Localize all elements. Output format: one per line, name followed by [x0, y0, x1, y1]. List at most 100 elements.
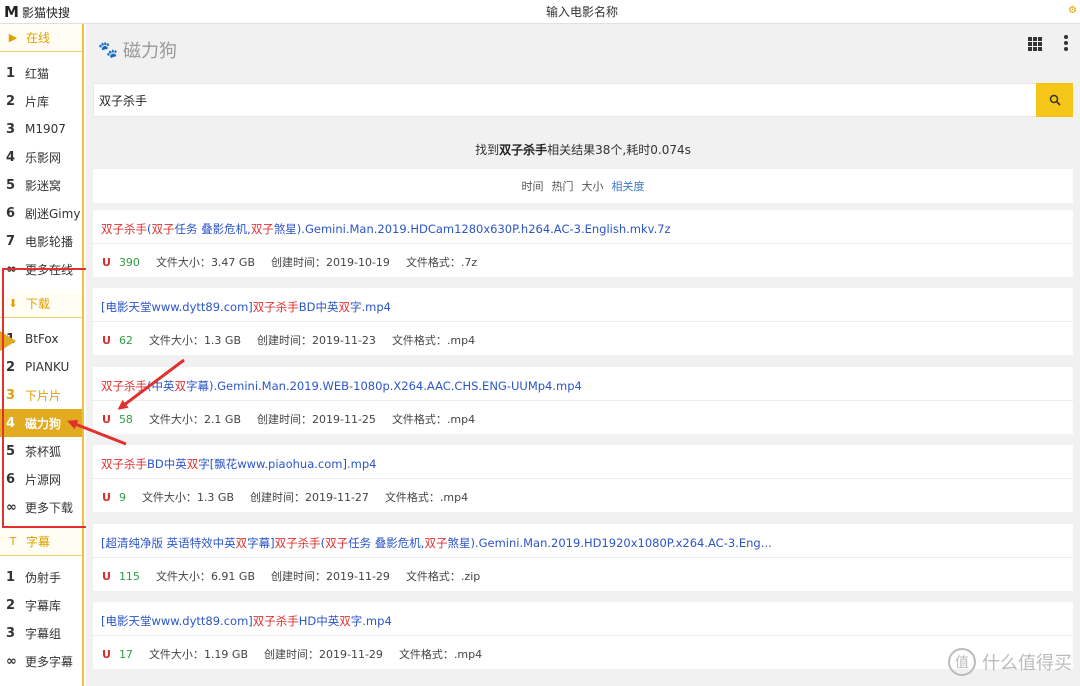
sort-relevance[interactable]: 相关度	[612, 178, 645, 194]
format-value: .mp4	[439, 491, 469, 504]
result-title-link[interactable]: 双子杀手(双子任务 叠影危机,双子煞星).Gemini.Man.2019.HDC…	[101, 221, 1061, 237]
title-segment: BD中英	[298, 300, 339, 314]
title-segment: [电影天堂www.dytt89.com]	[101, 300, 253, 314]
created-time: 创建时间：2019-11-27	[250, 489, 369, 505]
more-menu-icon[interactable]	[1064, 35, 1068, 51]
file-size: 文件大小：1.19 GB	[149, 646, 248, 662]
divider	[93, 400, 1073, 401]
created-time: 创建时间：2019-11-29	[264, 646, 383, 662]
item-number: 3	[6, 625, 16, 641]
search-input[interactable]	[94, 84, 1038, 116]
file-size: 文件大小：2.1 GB	[149, 411, 241, 427]
sidebar-item-subtitle-more[interactable]: ∞ 更多字幕	[0, 647, 82, 675]
created-value: 2019-11-23	[312, 334, 376, 347]
title-segment: BD中英	[147, 457, 187, 471]
item-number: 2	[6, 93, 16, 109]
result-title-link[interactable]: 双子杀手BD中英双字[飘花www.piaohua.com].mp4	[101, 456, 1061, 472]
result-card: [电影天堂www.dytt89.com]双子杀手HD中英双字.mp4 U 17 文件大…	[93, 602, 1073, 669]
magnet-icon[interactable]: U	[102, 570, 111, 583]
sort-popular[interactable]: 热门	[552, 178, 574, 194]
title-segment: 双子	[424, 536, 448, 550]
section-online-header[interactable]: ▶ 在线	[0, 24, 82, 52]
result-card: 双子杀手(中英双字幕).Gemini.Man.2019.WEB-1080p.X2…	[93, 367, 1073, 434]
main-panel: 🐾 磁力狗 找到双子杀手相关结果38个,耗时0.074s 时间 热门 大小 相关…	[86, 24, 1080, 686]
sidebar-item-download-5[interactable]: 5 茶杯狐	[0, 437, 82, 465]
section-title: 字幕	[26, 535, 51, 549]
sidebar-item-online-6[interactable]: 6 剧迷Gimy	[0, 199, 82, 227]
file-format: 文件格式：.mp4	[392, 411, 475, 427]
sidebar-item-download-2[interactable]: 2 PIANKU	[0, 353, 82, 381]
sidebar-item-online-3[interactable]: 3 M1907	[0, 115, 82, 143]
item-number: 4	[6, 149, 16, 165]
title-segment: 煞星).Gemini.Man.2019.HDCam1280x630P.h264.…	[273, 222, 671, 236]
created-time: 创建时间：2019-11-29	[271, 568, 390, 584]
format-label: 文件格式：	[384, 491, 440, 504]
magnet-icon[interactable]: U	[102, 413, 111, 426]
title-segment: 煞星).Gemini.Man.2019.HD1920x1080P.x264.AC…	[447, 536, 772, 550]
result-summary: 找到双子杀手相关结果38个,耗时0.074s	[86, 141, 1080, 158]
sidebar-item-download-3[interactable]: 3 下片片	[0, 381, 82, 409]
section-subtitle-header[interactable]: T 字幕	[0, 528, 82, 556]
sort-bar: 时间 热门 大小 相关度	[93, 169, 1073, 203]
magnet-icon[interactable]: U	[102, 256, 111, 269]
title-segment: 双子	[250, 222, 274, 236]
result-title-link[interactable]: [电影天堂www.dytt89.com]双子杀手HD中英双字.mp4	[101, 613, 1061, 629]
sidebar-item-online-more[interactable]: ∞ 更多在线	[0, 255, 82, 283]
settings-icon[interactable]: ⚙	[1068, 5, 1078, 17]
seed-count: 17	[118, 647, 133, 661]
sidebar-item-label: 伪射手	[25, 570, 62, 585]
divider	[93, 635, 1073, 636]
sidebar-item-label: 更多下载	[25, 500, 74, 515]
sort-time[interactable]: 时间	[522, 178, 544, 194]
sidebar-item-subtitle-2[interactable]: 2 字幕库	[0, 591, 82, 619]
item-number: 7	[6, 233, 16, 249]
sidebar-item-label: 红猫	[25, 66, 50, 81]
magnet-icon[interactable]: U	[102, 491, 111, 504]
size-label: 文件大小：	[148, 334, 204, 347]
sidebar-item-online-1[interactable]: 1 红猫	[0, 59, 82, 87]
title-segment: 双	[174, 379, 187, 393]
sidebar-item-online-2[interactable]: 2 片库	[0, 87, 82, 115]
result-title-link[interactable]: [电影天堂www.dytt89.com]双子杀手BD中英双字.mp4	[101, 299, 1061, 315]
sidebar-item-download-more[interactable]: ∞ 更多下载	[0, 493, 82, 521]
file-size: 文件大小：3.47 GB	[156, 254, 255, 270]
item-number: 4	[6, 415, 16, 431]
sidebar-item-download-6[interactable]: 6 片源网	[0, 465, 82, 493]
size-value: 6.91 GB	[210, 570, 255, 583]
site-header: 🐾 磁力狗	[86, 24, 1080, 76]
sidebar-item-download-4[interactable]: 4 磁力狗	[0, 409, 82, 437]
sidebar-item-label: 字幕组	[25, 626, 62, 641]
divider	[93, 478, 1073, 479]
created-label: 创建时间：	[257, 334, 312, 347]
sidebar-item-label: 剧迷Gimy	[25, 206, 81, 221]
divider	[93, 243, 1073, 244]
result-title-link[interactable]: 双子杀手(中英双字幕).Gemini.Man.2019.WEB-1080p.X2…	[101, 378, 1061, 394]
magnet-icon[interactable]: U	[102, 334, 111, 347]
sidebar-item-label: M1907	[25, 122, 66, 136]
section-download-header[interactable]: ⬇ 下载	[0, 290, 82, 318]
sort-size[interactable]: 大小	[582, 178, 604, 194]
apps-grid-icon[interactable]	[1028, 37, 1042, 51]
created-label: 创建时间：	[271, 570, 326, 583]
result-card: [超清纯净版 英语特效中英双字幕]双子杀手(双子任务 叠影危机,双子煞星).Ge…	[93, 524, 1073, 591]
seed-count: 115	[118, 569, 140, 583]
sidebar-item-subtitle-1[interactable]: 1 伪射手	[0, 563, 82, 591]
seed-count: 9	[118, 490, 126, 504]
sidebar-item-online-4[interactable]: 4 乐影网	[0, 143, 82, 171]
site-name: 磁力狗	[123, 41, 177, 62]
sidebar-item-label: 片源网	[25, 472, 62, 487]
format-label: 文件格式：	[391, 413, 447, 426]
sidebar-item-label: 茶杯狐	[25, 444, 62, 459]
watermark-logo-icon: 值	[948, 648, 976, 676]
search-button[interactable]	[1036, 83, 1073, 117]
title-segment: 双子	[325, 536, 349, 550]
sidebar-item-subtitle-3[interactable]: 3 字幕组	[0, 619, 82, 647]
sidebar-item-online-5[interactable]: 5 影迷窝	[0, 171, 82, 199]
divider	[93, 321, 1073, 322]
created-time: 创建时间：2019-10-19	[271, 254, 390, 270]
magnet-icon[interactable]: U	[102, 648, 111, 661]
app-brand[interactable]: M 影猫快搜	[0, 0, 84, 24]
file-size: 文件大小：6.91 GB	[156, 568, 255, 584]
sidebar-item-online-7[interactable]: 7 电影轮播	[0, 227, 82, 255]
result-title-link[interactable]: [超清纯净版 英语特效中英双字幕]双子杀手(双子任务 叠影危机,双子煞星).Ge…	[101, 535, 1061, 551]
